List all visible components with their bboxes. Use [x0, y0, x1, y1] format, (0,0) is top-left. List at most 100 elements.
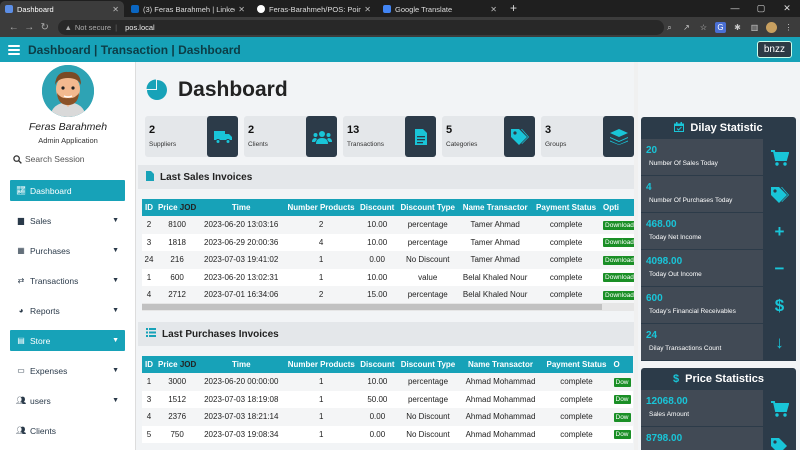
download-button[interactable]: Download [603, 238, 636, 248]
cell-discount: 0.00 [358, 408, 397, 426]
tab-close-icon[interactable]: ✕ [364, 5, 371, 14]
zoom-icon[interactable]: ⌕ [664, 22, 675, 33]
cell-discount-type: No Discount [396, 408, 460, 426]
money-icon: ▭ [17, 366, 25, 375]
tab-close-icon[interactable]: ✕ [238, 5, 245, 14]
search-session[interactable]: Search Session [13, 154, 85, 164]
cell-products: 1 [284, 408, 359, 426]
column-header: Time [198, 356, 285, 373]
side-panel-icon[interactable]: ▥ [749, 22, 760, 33]
scrollbar-thumb[interactable] [142, 304, 602, 310]
cell-discount: 50.00 [358, 390, 397, 408]
cell-time: 2023-07-03 19:41:02 [198, 251, 285, 269]
address-bar: ← → ↻ ▲ Not secure | pos.local ⌕ ↗ ☆ G ✱… [0, 17, 800, 37]
browser-tab[interactable]: Feras-Barahmeh/POS: Point Of S ✕ [252, 1, 376, 17]
share-icon[interactable]: ↗ [681, 22, 692, 33]
vertical-scrollbar[interactable] [634, 62, 638, 450]
column-header: Discount [358, 356, 397, 373]
puzzle-icon[interactable]: ✱ [732, 22, 743, 33]
table-row[interactable]: 4 2376 2023-07-03 18:21:14 1 0.00 No Dis… [142, 408, 633, 426]
summary-card-groups[interactable]: 3 Groups [541, 116, 634, 157]
cell-discount-type: percentage [396, 286, 460, 304]
avatar[interactable] [42, 65, 94, 117]
sidebar-menu: 📈︎ Dashboard ▆ Sales ▼ ▦ Purchases ▼ ⇄ T… [10, 180, 125, 450]
browser-tab[interactable]: (3) Feras Barahmeh | LinkedIn ✕ [126, 1, 250, 17]
download-button[interactable]: Download [603, 255, 636, 265]
sidebar-item-users[interactable]: 👥︎ users ▼ [10, 390, 125, 411]
sidebar-item-purchases[interactable]: ▦ Purchases ▼ [10, 240, 125, 261]
sidebar-item-dashboard[interactable]: 📈︎ Dashboard [10, 180, 125, 201]
summary-card-categories[interactable]: 5 Categories [442, 116, 535, 157]
maximize-icon[interactable]: ▢ [748, 0, 774, 16]
chevron-down-icon: ▼ [112, 247, 119, 254]
summary-card-transactions[interactable]: 13 Transactions [343, 116, 436, 157]
cell-status: complete [531, 233, 602, 251]
minus-icon: − [763, 250, 796, 287]
cell-products: 2 [284, 286, 359, 304]
url-input[interactable]: ▲ Not secure | pos.local [58, 19, 664, 35]
summary-card-clients[interactable]: 2 Clients [244, 116, 337, 157]
profile-avatar[interactable] [766, 21, 777, 33]
hamburger-menu-icon[interactable] [8, 44, 20, 55]
download-button[interactable]: Dow [613, 412, 631, 422]
download-button[interactable]: Dow [613, 377, 631, 387]
tab-close-icon[interactable]: ✕ [112, 5, 119, 14]
security-label: Not secure [74, 22, 112, 32]
brand-logo[interactable]: bnzz [756, 41, 792, 58]
column-header: ID [142, 356, 156, 373]
cell-transactor: Belal Khaled Nour [459, 268, 532, 286]
cell-products: 4 [284, 233, 359, 251]
extension-icon[interactable]: G [715, 21, 726, 33]
table-header-row: ID Price JOD Time Number Products Discou… [142, 199, 638, 216]
sidebar-item-transactions[interactable]: ⇄ Transactions ▼ [10, 270, 125, 291]
sidebar-item-store[interactable]: ▤ Store ▼ [10, 330, 125, 351]
search-input[interactable]: Search Session [25, 154, 85, 164]
tab-close-icon[interactable]: ✕ [490, 5, 497, 14]
cell-status: complete [541, 408, 612, 426]
table-row[interactable]: 24 216 2023-07-03 19:41:02 1 0.00 No Dis… [142, 251, 638, 269]
download-button[interactable]: Dow [613, 395, 631, 405]
horizontal-scrollbar[interactable] [142, 303, 635, 311]
cell-transactor: Tamer Ahmad [459, 216, 532, 234]
sidebar: Feras Barahmeh Admin Application Search … [0, 62, 136, 450]
sidebar-item-expenses[interactable]: ▭ Expenses ▼ [10, 360, 125, 381]
minimize-icon[interactable]: — [722, 0, 748, 16]
table-row[interactable]: 1 3000 2023-06-20 00:00:00 1 10.00 perce… [142, 373, 633, 391]
stat-net-income: 468.00 Today Net Income + [641, 213, 796, 250]
sidebar-item-clients[interactable]: 👥︎ Clients [10, 420, 125, 441]
cell-transactor: Tamer Ahmad [459, 251, 532, 269]
browser-tab[interactable]: Dashboard ✕ [0, 1, 124, 17]
summary-card-suppliers[interactable]: 2 Suppliers [145, 116, 238, 157]
sidebar-item-sales[interactable]: ▆ Sales ▼ [10, 210, 125, 231]
browser-menu-icon[interactable]: ⋮ [783, 22, 794, 33]
tab-favicon-icon [5, 5, 13, 13]
download-button[interactable]: Download [603, 290, 636, 300]
sidebar-item-reports[interactable]: ◕ Reports ▼ [10, 300, 125, 321]
download-button[interactable]: Dow [613, 430, 631, 440]
cell-discount-type: percentage [396, 390, 460, 408]
download-button[interactable]: Download [603, 273, 636, 283]
card-label: Clients [248, 141, 268, 148]
table-row[interactable]: 2 8100 2023-06-20 13:03:16 2 10.00 perce… [142, 216, 638, 234]
sidebar-item-label: Clients [30, 425, 56, 436]
table-row[interactable]: 4 2712 2023-07-01 16:34:06 2 15.00 perce… [142, 286, 638, 304]
close-window-icon[interactable]: ✕ [774, 0, 800, 16]
window-controls: — ▢ ✕ [722, 0, 800, 16]
column-header: Price JOD [155, 199, 199, 216]
forward-icon[interactable]: → [21, 22, 36, 33]
cell-id: 2 [142, 216, 156, 234]
cell-options: Download [601, 233, 638, 251]
download-button[interactable]: Download [603, 220, 636, 230]
table-row[interactable]: 3 1818 2023-06-29 20:00:36 4 10.00 perce… [142, 233, 638, 251]
cell-transactor: Belal Khaled Nour [459, 286, 532, 304]
table-row[interactable]: 5 750 2023-07-03 19:08:34 1 0.00 No Disc… [142, 425, 633, 443]
sidebar-item-label: Expenses [30, 365, 68, 376]
new-tab-button[interactable]: + [504, 1, 523, 17]
table-row[interactable]: 1 600 2023-06-20 13:02:31 1 10.00 value … [142, 268, 638, 286]
back-icon[interactable]: ← [6, 22, 21, 33]
browser-tab[interactable]: Google Translate ✕ [378, 1, 502, 17]
bookmark-star-icon[interactable]: ☆ [698, 22, 709, 33]
table-row[interactable]: 3 1512 2023-07-03 18:19:08 1 50.00 perce… [142, 390, 633, 408]
daily-statistic-header: Dilay Statistic [641, 117, 796, 139]
reload-icon[interactable]: ↻ [37, 22, 52, 33]
